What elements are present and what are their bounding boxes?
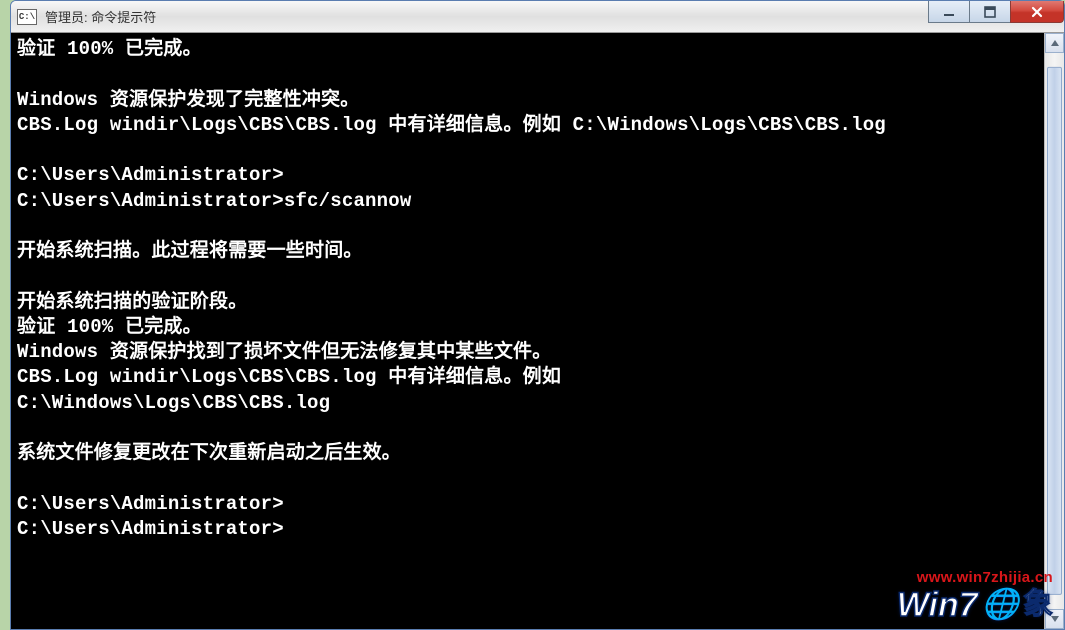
console-line: Windows 资源保护发现了完整性冲突。 [17,88,1036,113]
console-line: CBS.Log windir\Logs\CBS\CBS.log 中有详细信息。例… [17,113,1036,138]
console-line [17,416,1036,441]
scrollbar-thumb[interactable] [1047,67,1062,595]
console-line: 开始系统扫描的验证阶段。 [17,290,1036,315]
window-title: 管理员: 命令提示符 [45,7,156,26]
cmd-icon: C:\ [17,9,37,25]
console-line: 验证 100% 已完成。 [17,315,1036,340]
scrollbar-track[interactable] [1045,53,1064,609]
window-controls [929,1,1064,23]
console-line: C:\Users\Administrator> [17,492,1036,517]
console-output[interactable]: 验证 100% 已完成。 Windows 资源保护发现了完整性冲突。CBS.Lo… [11,33,1044,629]
console-line [17,138,1036,163]
console-line [17,264,1036,289]
console-line: C:\Windows\Logs\CBS\CBS.log [17,391,1036,416]
console-line: C:\Users\Administrator> [17,163,1036,188]
titlebar[interactable]: C:\ 管理员: 命令提示符 [11,1,1064,33]
console-area: 验证 100% 已完成。 Windows 资源保护发现了完整性冲突。CBS.Lo… [11,33,1064,629]
console-line [17,62,1036,87]
vertical-scrollbar[interactable] [1044,33,1064,629]
console-line: CBS.Log windir\Logs\CBS\CBS.log 中有详细信息。例… [17,365,1036,390]
console-line: C:\Users\Administrator> [17,517,1036,542]
maximize-button[interactable] [969,1,1011,23]
scroll-down-button[interactable] [1045,609,1064,629]
console-line: C:\Users\Administrator>sfc/scannow [17,189,1036,214]
console-line: Windows 资源保护找到了损坏文件但无法修复其中某些文件。 [17,340,1036,365]
console-line: 系统文件修复更改在下次重新启动之后生效。 [17,441,1036,466]
console-line [17,214,1036,239]
close-button[interactable] [1010,1,1064,23]
console-line: 验证 100% 已完成。 [17,37,1036,62]
console-line [17,467,1036,492]
console-line: 开始系统扫描。此过程将需要一些时间。 [17,239,1036,264]
minimize-button[interactable] [928,1,970,23]
scroll-up-button[interactable] [1045,33,1064,53]
command-prompt-window: C:\ 管理员: 命令提示符 验证 100% 已完成。 Windows 资源保护… [10,0,1065,630]
